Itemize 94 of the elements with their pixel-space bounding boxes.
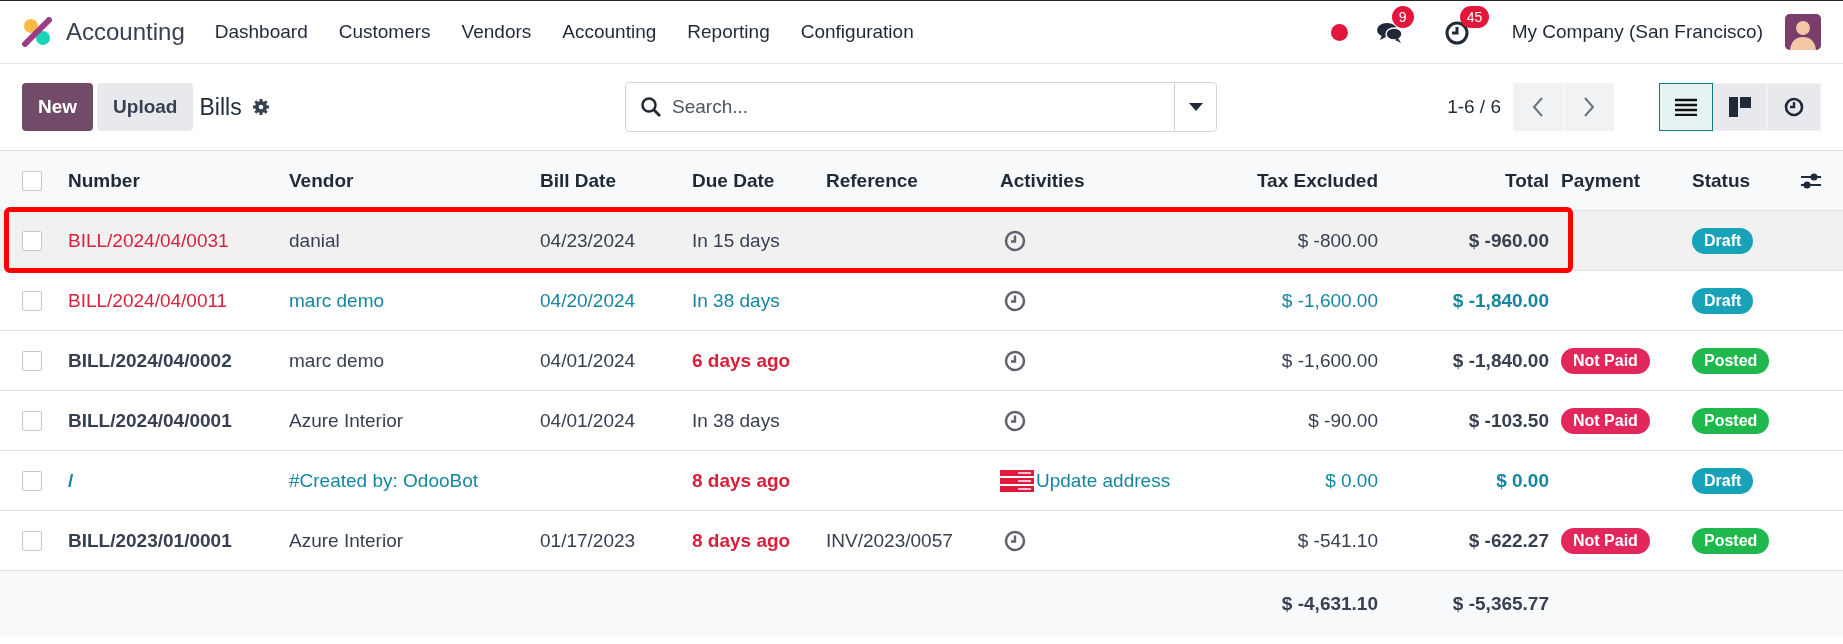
caret-icon xyxy=(1188,103,1203,111)
page-title: Bills xyxy=(199,93,242,121)
tax-excluded-amount: $ -1,600.00 xyxy=(1281,289,1378,312)
menu-item[interactable]: Configuration xyxy=(800,21,914,43)
user-avatar[interactable] xyxy=(1785,14,1821,50)
chevron-right-icon xyxy=(1583,97,1595,117)
due-date: 8 days ago xyxy=(692,469,791,492)
tax-excluded-amount: $ -800.00 xyxy=(1297,229,1378,252)
list-view-icon xyxy=(1675,98,1697,116)
search-bar[interactable]: Search... xyxy=(625,82,1217,132)
settings-icon[interactable] xyxy=(251,98,270,116)
payment-status: Not Paid xyxy=(1561,527,1650,554)
column-header[interactable]: Due Date xyxy=(692,169,775,192)
bill-number[interactable]: BILL/2023/01/0001 xyxy=(68,529,232,552)
menu-item[interactable]: Accounting xyxy=(562,21,657,43)
total-amount: $ -1,840.00 xyxy=(1452,289,1549,312)
message-count: 9 xyxy=(1391,6,1414,28)
search-input[interactable]: Search... xyxy=(670,86,1174,128)
tax-excluded-amount: $ 0.00 xyxy=(1325,469,1378,492)
status-badge: Posted xyxy=(1692,347,1770,374)
column-header[interactable]: Activities xyxy=(1000,169,1085,192)
columns-icon xyxy=(1729,97,1751,117)
checkbox[interactable] xyxy=(22,230,42,251)
bill-number[interactable]: BILL/2024/04/0011 xyxy=(68,289,228,312)
search-icon xyxy=(640,96,662,118)
vendor-name: danial xyxy=(289,229,340,252)
tax-excluded-amount: $ -90.00 xyxy=(1308,409,1378,432)
total-amount: $ -960.00 xyxy=(1468,229,1549,252)
activity-link[interactable]: Update address xyxy=(1036,469,1171,492)
menu-item[interactable]: Vendors xyxy=(461,21,532,43)
vendor-name: #Created by: OdooBot xyxy=(289,469,479,492)
company-name[interactable]: My Company (San Francisco) xyxy=(1511,21,1763,43)
new-button[interactable]: New xyxy=(22,83,94,131)
status-badge: Draft xyxy=(1692,287,1754,314)
vendor-name: Azure Interior xyxy=(289,409,404,432)
column-header[interactable]: Reference xyxy=(826,169,918,192)
bill-number[interactable]: BILL/2024/04/0031 xyxy=(68,229,229,252)
column-header[interactable]: Payment xyxy=(1561,169,1641,192)
column-header[interactable]: Bill Date xyxy=(540,169,617,192)
vendor-name: marc demo xyxy=(289,349,385,372)
menu-item[interactable]: Customers xyxy=(338,21,431,43)
grand-total: $ -5,365.77 xyxy=(1452,593,1549,615)
bill-number[interactable]: BILL/2024/04/0001 xyxy=(68,409,232,432)
checkbox[interactable] xyxy=(22,350,42,371)
menu-item[interactable]: Dashboard xyxy=(214,21,308,43)
bill-date: 04/23/2024 xyxy=(540,229,636,252)
checkbox[interactable] xyxy=(22,470,42,491)
app-name[interactable]: Accounting xyxy=(66,18,185,46)
pager-value[interactable]: 1-6 / 6 xyxy=(1447,96,1501,118)
bill-date: 04/01/2024 xyxy=(540,409,636,432)
total-amount: $ -1,840.00 xyxy=(1452,349,1549,372)
payment-status: Not Paid xyxy=(1561,407,1650,434)
view-switch-button[interactable] xyxy=(1659,83,1713,131)
stacked-cards-icon[interactable] xyxy=(1000,469,1034,492)
due-date: In 38 days xyxy=(692,289,780,312)
activity-count: 45 xyxy=(1459,6,1490,28)
due-date: In 38 days xyxy=(692,409,780,432)
tax-excluded-amount: $ -541.10 xyxy=(1297,529,1378,552)
bill-date: 04/20/2024 xyxy=(540,289,636,312)
bill-date: 04/01/2024 xyxy=(540,349,636,372)
column-header[interactable]: Tax Excluded xyxy=(1256,169,1378,192)
column-header[interactable]: Status xyxy=(1692,169,1751,192)
payment-status: Not Paid xyxy=(1561,347,1650,374)
due-date: 8 days ago xyxy=(692,529,791,552)
bill-number[interactable]: / xyxy=(68,469,74,492)
due-date: In 15 days xyxy=(692,229,780,252)
bill-number[interactable]: BILL/2024/04/0002 xyxy=(68,349,232,372)
total-amount: $ -622.27 xyxy=(1468,529,1549,552)
menu-item[interactable]: Reporting xyxy=(687,21,770,43)
clock-icon xyxy=(1784,97,1804,117)
app-logo-icon[interactable] xyxy=(22,17,52,47)
checkbox[interactable] xyxy=(22,290,42,311)
checkbox[interactable] xyxy=(22,410,42,431)
tax-excluded-amount: $ -1,600.00 xyxy=(1281,349,1378,372)
total-amount: $ -103.50 xyxy=(1468,409,1549,432)
bill-date: 01/17/2023 xyxy=(540,529,636,552)
column-header[interactable]: Vendor xyxy=(289,169,354,192)
vendor-name: Azure Interior xyxy=(289,529,404,552)
reference: INV/2023/0057 xyxy=(826,529,953,552)
status-badge: Posted xyxy=(1692,407,1770,434)
total-amount: $ 0.00 xyxy=(1496,469,1549,492)
checkbox[interactable] xyxy=(22,530,42,551)
column-header[interactable]: Total xyxy=(1505,169,1549,192)
due-date: 6 days ago xyxy=(692,349,791,372)
chevron-left-icon xyxy=(1532,97,1544,117)
column-header[interactable]: Number xyxy=(68,169,140,192)
vendor-name: marc demo xyxy=(289,289,385,312)
tax-excluded-total: $ -4,631.10 xyxy=(1281,593,1378,615)
upload-button[interactable]: Upload xyxy=(97,83,194,131)
checkbox[interactable] xyxy=(22,170,42,191)
status-badge: Posted xyxy=(1692,527,1770,554)
status-dot xyxy=(1330,23,1348,41)
status-badge: Draft xyxy=(1692,227,1754,254)
status-badge: Draft xyxy=(1692,467,1754,494)
